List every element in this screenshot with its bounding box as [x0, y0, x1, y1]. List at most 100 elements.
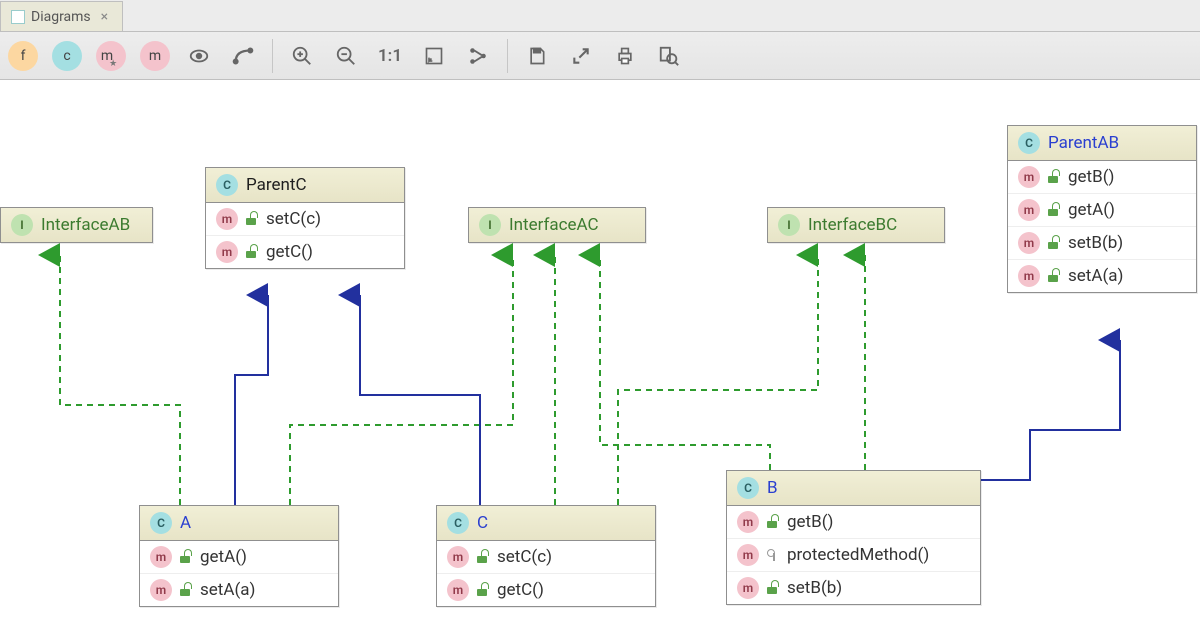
public-icon — [246, 213, 258, 225]
zoom-out-button[interactable] — [329, 39, 363, 73]
filter-class-button[interactable]: c — [50, 39, 84, 73]
separator — [507, 39, 508, 73]
method-icon: m — [150, 546, 172, 568]
member-sig: getC() — [497, 580, 544, 600]
member-row: m setA(a) — [1008, 260, 1196, 292]
member-sig: setA(a) — [200, 580, 255, 600]
class-name: C — [477, 513, 488, 533]
class-name: InterfaceAC — [509, 215, 599, 235]
public-icon — [1048, 270, 1060, 282]
zoom-in-button[interactable] — [285, 39, 319, 73]
tab-label: Diagrams — [31, 9, 91, 25]
filter-method-star-button[interactable]: m — [94, 39, 128, 73]
class-name: A — [180, 513, 191, 533]
uml-class-a[interactable]: CA m getA() m setA(a) — [139, 505, 339, 607]
member-sig: getB() — [787, 512, 833, 532]
class-name: B — [767, 478, 778, 498]
member-row: m setC(c) — [437, 541, 655, 574]
interface-icon: I — [479, 214, 501, 236]
member-row: m getA() — [140, 541, 338, 574]
member-sig: getA() — [200, 547, 247, 567]
method-icon: m — [737, 544, 759, 566]
member-row: m setA(a) — [140, 574, 338, 606]
save-button[interactable] — [520, 39, 554, 73]
public-icon — [767, 582, 779, 594]
class-icon: C — [737, 477, 759, 499]
public-icon — [477, 551, 489, 563]
member-sig: setB(b) — [787, 578, 842, 598]
toolbar: f c m m 1:1 — [0, 32, 1200, 80]
export-button[interactable] — [564, 39, 598, 73]
tab-strip: Diagrams × — [0, 0, 1200, 32]
member-sig: getA() — [1068, 200, 1115, 220]
zoom-reset-button[interactable]: 1:1 — [373, 39, 407, 73]
class-icon: C — [216, 174, 238, 196]
method-icon: m — [447, 546, 469, 568]
member-sig: protectedMethod() — [787, 545, 929, 565]
method-icon: m — [150, 579, 172, 601]
public-icon — [180, 551, 192, 563]
uml-interface-ac[interactable]: I InterfaceAC — [468, 207, 646, 243]
class-icon: C — [150, 512, 172, 534]
member-row: m setB(b) — [727, 572, 980, 604]
curve-button[interactable] — [226, 39, 260, 73]
member-row: m getB() — [1008, 161, 1196, 194]
method-icon: m — [216, 208, 238, 230]
member-sig: getB() — [1068, 167, 1114, 187]
interface-icon: I — [11, 214, 33, 236]
diagram-file-icon — [11, 10, 25, 24]
uml-parent-c[interactable]: C ParentC m setC(c) m getC() — [205, 167, 405, 269]
public-icon — [246, 246, 258, 258]
member-sig: setB(b) — [1068, 233, 1123, 253]
uml-parent-ab[interactable]: C ParentAB m getB() m getA() m setB(b) m setA… — [1007, 125, 1197, 293]
method-icon: m — [447, 579, 469, 601]
close-icon[interactable]: × — [97, 9, 112, 25]
print-button[interactable] — [608, 39, 642, 73]
separator — [272, 39, 273, 73]
uml-class-c[interactable]: CC m setC(c) m getC() — [436, 505, 656, 607]
class-name: ParentC — [246, 175, 307, 195]
member-row: m getC() — [437, 574, 655, 606]
method-icon: m — [1018, 166, 1040, 188]
class-icon: C — [1018, 132, 1040, 154]
method-icon: m — [1018, 232, 1040, 254]
method-icon: m — [1018, 199, 1040, 221]
filter-f-button[interactable]: f — [6, 39, 40, 73]
member-row: m setC(c) — [206, 203, 404, 236]
interface-icon: I — [778, 214, 800, 236]
show-button[interactable] — [182, 39, 216, 73]
public-icon — [767, 516, 779, 528]
protected-icon — [767, 549, 779, 561]
method-icon: m — [1018, 265, 1040, 287]
uml-interface-bc[interactable]: I InterfaceBC — [767, 207, 945, 243]
member-sig: getC() — [266, 242, 313, 262]
member-row: m getC() — [206, 236, 404, 268]
public-icon — [1048, 171, 1060, 183]
member-row: m protectedMethod() — [727, 539, 980, 572]
public-icon — [477, 584, 489, 596]
method-icon: m — [216, 241, 238, 263]
preview-button[interactable] — [652, 39, 686, 73]
member-sig: setC(c) — [497, 547, 552, 567]
uml-interface-ab[interactable]: I InterfaceAB — [0, 207, 153, 243]
public-icon — [1048, 204, 1060, 216]
class-name: InterfaceBC — [808, 215, 897, 235]
filter-method-button[interactable]: m — [138, 39, 172, 73]
method-icon: m — [737, 577, 759, 599]
member-row: m getB() — [727, 506, 980, 539]
public-icon — [1048, 237, 1060, 249]
class-name: ParentAB — [1048, 133, 1119, 153]
member-row: m setB(b) — [1008, 227, 1196, 260]
class-icon: C — [447, 512, 469, 534]
member-sig: setC(c) — [266, 209, 321, 229]
method-icon: m — [737, 511, 759, 533]
layout-button[interactable] — [461, 39, 495, 73]
public-icon — [180, 584, 192, 596]
uml-class-b[interactable]: CB m getB() m protectedMethod() m setB(b) — [726, 470, 981, 605]
diagram-canvas[interactable]: I InterfaceAB C ParentC m setC(c) m getC() I… — [0, 80, 1200, 630]
fit-screen-button[interactable] — [417, 39, 451, 73]
tab-diagrams[interactable]: Diagrams × — [0, 1, 123, 31]
class-name: InterfaceAB — [41, 215, 130, 235]
member-row: m getA() — [1008, 194, 1196, 227]
member-sig: setA(a) — [1068, 266, 1123, 286]
